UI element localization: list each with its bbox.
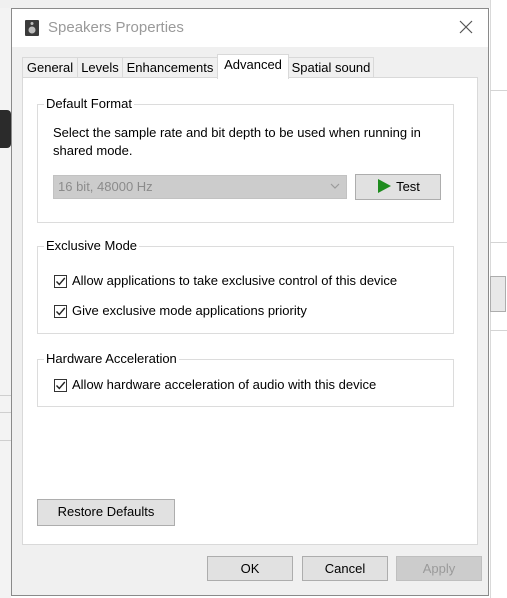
- close-button[interactable]: [454, 17, 478, 39]
- chevron-down-icon: [330, 183, 340, 189]
- checkmark-icon: [55, 381, 66, 390]
- background-divider: [0, 440, 11, 441]
- default-format-description-2: shared mode.: [53, 143, 133, 158]
- ok-button[interactable]: OK: [207, 556, 293, 581]
- exclusive-priority-checkbox[interactable]: [54, 305, 67, 318]
- default-format-title: Default Format: [44, 96, 134, 111]
- tab-advanced[interactable]: Advanced: [217, 54, 289, 79]
- test-label: Test: [396, 179, 420, 194]
- hardware-acceleration-title: Hardware Acceleration: [44, 351, 179, 366]
- close-icon: [459, 20, 473, 34]
- exclusive-mode-group: Exclusive Mode Allow applications to tak…: [37, 238, 454, 334]
- speaker-icon: [25, 20, 39, 36]
- sample-format-value: 16 bit, 48000 Hz: [58, 179, 153, 194]
- restore-defaults-button[interactable]: Restore Defaults: [37, 499, 175, 526]
- play-icon: [378, 179, 392, 193]
- background-button: [490, 276, 506, 312]
- exclusive-priority-label[interactable]: Give exclusive mode applications priorit…: [72, 303, 307, 318]
- exclusive-control-label[interactable]: Allow applications to take exclusive con…: [72, 273, 397, 288]
- tab-levels[interactable]: Levels: [77, 57, 123, 77]
- advanced-panel: Default Format Select the sample rate an…: [22, 77, 478, 545]
- test-button[interactable]: Test: [355, 174, 441, 200]
- exclusive-control-checkbox[interactable]: [54, 275, 67, 288]
- speakers-properties-dialog: Speakers Properties General Levels Enhan…: [11, 8, 489, 596]
- tab-general[interactable]: General: [22, 57, 78, 77]
- background-window-left: [0, 8, 11, 598]
- background-divider: [0, 412, 11, 413]
- tab-spatial-sound[interactable]: Spatial sound: [288, 57, 374, 77]
- background-divider: [0, 395, 11, 396]
- default-format-description: Select the sample rate and bit depth to …: [53, 125, 421, 140]
- hardware-acceleration-checkbox[interactable]: [54, 379, 67, 392]
- dialog-title: Speakers Properties: [48, 19, 184, 36]
- hardware-acceleration-group: Hardware Acceleration Allow hardware acc…: [37, 351, 454, 407]
- checkmark-icon: [55, 277, 66, 286]
- tab-enhancements[interactable]: Enhancements: [122, 57, 218, 77]
- background-window-top: [0, 0, 507, 8]
- title-bar[interactable]: Speakers Properties: [12, 9, 488, 47]
- cancel-button[interactable]: Cancel: [302, 556, 388, 581]
- hardware-acceleration-label[interactable]: Allow hardware acceleration of audio wit…: [72, 377, 376, 392]
- default-format-group: Default Format Select the sample rate an…: [37, 96, 454, 223]
- sample-format-select[interactable]: 16 bit, 48000 Hz: [53, 175, 347, 199]
- checkmark-icon: [55, 307, 66, 316]
- background-app-icon: [0, 110, 11, 148]
- exclusive-mode-title: Exclusive Mode: [44, 238, 140, 253]
- apply-button[interactable]: Apply: [396, 556, 482, 581]
